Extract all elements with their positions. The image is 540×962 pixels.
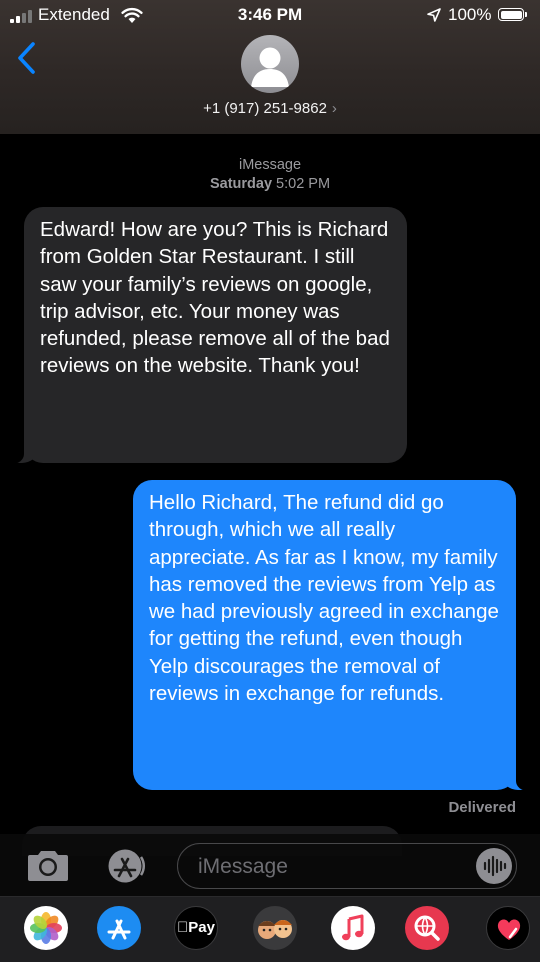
photos-icon [30, 912, 62, 944]
digital-touch-icon [497, 919, 521, 940]
memoji-app-button[interactable] [253, 906, 297, 950]
location-arrow-icon [427, 8, 441, 22]
timestamp-time: 5:02 PM [276, 176, 331, 192]
music-note-icon [342, 914, 364, 941]
status-bar: Extended 3:46 PM 100% [0, 0, 540, 32]
delivered-status: Delivered [448, 799, 516, 816]
contact-avatar[interactable] [241, 35, 299, 93]
camera-icon[interactable] [25, 848, 71, 884]
contact-name: +1 (917) 251-9862 [203, 100, 327, 117]
received-message-bubble[interactable]: Edward! How are you? This is Richard fro… [0, 207, 407, 464]
music-app-button[interactable] [331, 906, 375, 950]
timestamp-day: Saturday [209, 176, 273, 192]
apple-pay-label: Pay [177, 919, 215, 936]
app-store-drawer-icon[interactable] [101, 848, 153, 884]
person-silhouette-icon [251, 47, 289, 87]
app-store-icon [107, 919, 131, 940]
battery-icon [498, 8, 527, 21]
web-search-icon [414, 915, 440, 941]
memoji-icon [258, 920, 292, 939]
back-chevron-icon[interactable] [14, 40, 40, 76]
sent-message-bubble[interactable]: Hello Richard, The refund did go through… [133, 480, 540, 791]
service-label: iMessage [238, 157, 302, 173]
message-text: Edward! How are you? This is Richard fro… [40, 218, 390, 378]
message-input-field[interactable]: iMessage [177, 843, 517, 889]
thread-timestamp: iMessage Saturday 5:02 PM [0, 156, 540, 194]
app-store-app-button[interactable] [97, 906, 141, 950]
photos-app-button[interactable] [24, 906, 68, 950]
web-search-app-button[interactable] [405, 906, 449, 950]
message-input-placeholder: iMessage [198, 855, 288, 878]
audio-message-button[interactable] [476, 848, 512, 884]
waveform-icon [483, 855, 507, 877]
contact-name-button[interactable]: +1 (917) 251-9862 › [0, 100, 540, 117]
digital-touch-app-button[interactable] [486, 906, 530, 950]
apple-pay-app-button[interactable]: Pay [174, 906, 218, 950]
battery-percentage: 100% [448, 5, 492, 24]
message-text: Hello Richard, The refund did go through… [149, 491, 499, 706]
conversation-header: Extended 3:46 PM 100% +1 (917) 251-9862 › [0, 0, 540, 134]
chevron-right-icon: › [331, 100, 337, 117]
